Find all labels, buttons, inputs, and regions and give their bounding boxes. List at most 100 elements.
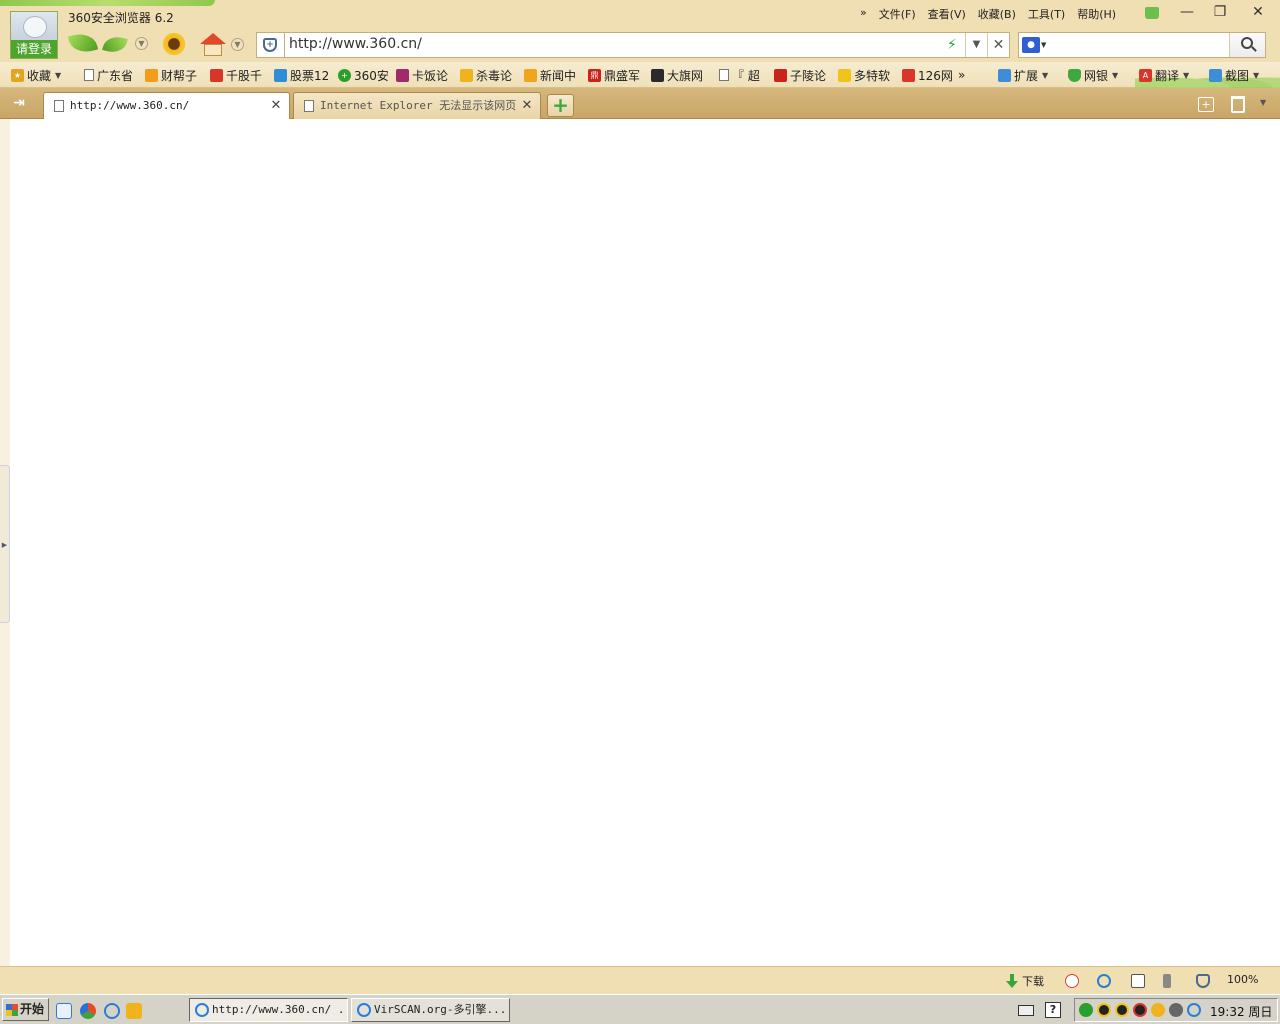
ie-mode-icon[interactable] (1097, 974, 1111, 988)
tab-menu-dropdown-icon[interactable]: ▼ (1260, 98, 1266, 107)
start-label: 开始 (20, 1002, 45, 1016)
refresh-sunflower-icon[interactable] (161, 31, 187, 57)
taskbar-item-browser[interactable]: http://www.360.cn/ ... (189, 998, 348, 1022)
bookmark-item[interactable]: 『 超 (719, 67, 760, 83)
menu-view[interactable]: 查看(V) (928, 6, 966, 22)
address-dropdown-icon[interactable]: ▼ (965, 33, 987, 57)
back-leaf-icon[interactable] (67, 29, 99, 57)
menu-file[interactable]: 文件(F) (879, 6, 916, 22)
quicklaunch-app-icon[interactable] (126, 1003, 142, 1019)
zoom-level[interactable]: 100% (1227, 973, 1258, 989)
download-label[interactable]: 下载 (1022, 973, 1044, 989)
stop-icon[interactable]: ✕ (987, 33, 1009, 57)
bookmark-item[interactable]: 多特软 (838, 67, 890, 83)
menu-help[interactable]: 帮助(H) (1077, 6, 1116, 22)
login-label[interactable]: 请登录 (11, 40, 57, 58)
home-icon[interactable] (200, 33, 226, 57)
bookmark-overflow[interactable]: » (958, 67, 965, 83)
tab-bar: ⇥ http://www.360.cn/ ✕ Internet Explorer… (0, 88, 1280, 119)
window-icon[interactable] (1131, 974, 1145, 988)
bookmark-item[interactable]: 股票12 (274, 67, 329, 83)
tool-screenshot[interactable]: 截图 ▼ (1209, 67, 1259, 83)
bookmark-item[interactable]: 千股千 (210, 67, 262, 83)
tab-title: http://www.360.cn/ (70, 99, 190, 112)
sidebar-toggle-icon[interactable]: ⇥ (8, 94, 30, 112)
new-tab-button[interactable]: + (547, 94, 574, 117)
daqi-icon (651, 68, 664, 82)
bookmark-item[interactable]: 卡饭论 (396, 67, 448, 83)
windows-taskbar: 开始 http://www.360.cn/ ... VirSCAN.org-多引… (0, 994, 1280, 1024)
task-title: http://www.360.cn/ ... (212, 1003, 348, 1016)
tab-inactive[interactable]: Internet Explorer 无法显示该网页 ✕ (293, 92, 541, 119)
home-dropdown-icon[interactable]: ▼ (231, 38, 244, 51)
lightning-icon[interactable]: ⚡ (947, 37, 961, 53)
tray-qq-icon[interactable] (1115, 1003, 1129, 1017)
quicklaunch-explorer-icon[interactable] (56, 1003, 72, 1019)
tray-360-icon[interactable] (1079, 1003, 1093, 1017)
restore-closed-tab-icon[interactable]: + (1198, 97, 1214, 112)
tab-close-icon[interactable]: ✕ (269, 93, 283, 119)
bookmarks-bar: ★ 收藏 ▼ 广东省 财帮子 千股千 股票12 +360安 卡饭论 杀毒论 新闻中 … (0, 62, 1280, 88)
page-icon (84, 69, 94, 81)
menu-more[interactable]: » (860, 6, 867, 22)
tool-translate[interactable]: A 翻译 ▼ (1139, 67, 1189, 83)
360-icon: + (338, 68, 351, 82)
tray-network-icon[interactable] (1187, 1003, 1201, 1017)
medical-cross-icon[interactable] (1065, 974, 1079, 988)
download-arrow-icon[interactable] (1006, 974, 1018, 989)
security-shield-icon[interactable] (1196, 974, 1210, 988)
restore-button[interactable]: ❐ (1208, 3, 1232, 21)
close-button[interactable]: ✕ (1246, 3, 1270, 21)
quicklaunch-media-icon[interactable] (80, 1003, 96, 1019)
tray-qq-icon[interactable] (1133, 1003, 1147, 1017)
sidebar-expand-handle[interactable]: ▶ (0, 465, 10, 623)
tray-gear-icon[interactable] (1169, 1003, 1183, 1017)
speaker-icon[interactable] (1163, 974, 1171, 988)
menu-favorites[interactable]: 收藏(B) (978, 6, 1016, 22)
search-button[interactable] (1229, 33, 1265, 57)
bookmark-favorites[interactable]: ★ 收藏 ▼ (11, 67, 61, 83)
address-input[interactable]: http://www.360.cn/ (289, 36, 929, 54)
tray-app-icon[interactable] (1151, 1003, 1165, 1017)
bookmark-item[interactable]: 新闻中 (524, 67, 576, 83)
bookmark-label: 财帮子 (161, 68, 198, 83)
grass-decoration (0, 0, 215, 6)
baidu-paw-icon[interactable]: ● (1022, 37, 1040, 53)
minimize-button[interactable]: — (1175, 3, 1199, 21)
bookmark-item[interactable]: 鼎鼎盛军 (588, 67, 640, 83)
bookmark-item[interactable]: 大旗网 (651, 67, 703, 83)
skin-shirt-icon[interactable] (1145, 7, 1159, 19)
ie-icon (195, 1003, 209, 1017)
security-shield-icon[interactable]: + (256, 32, 284, 58)
help-icon[interactable]: ? (1045, 1002, 1061, 1018)
bookmark-label: 子陵论 (790, 68, 827, 83)
start-button[interactable]: 开始 (2, 998, 49, 1021)
engine-dropdown-icon[interactable]: ▼ (1041, 41, 1046, 49)
history-dropdown-icon[interactable]: ▼ (135, 37, 148, 50)
trash-icon[interactable] (1231, 96, 1245, 113)
user-avatar[interactable]: 请登录 (10, 11, 58, 59)
search-input[interactable] (1053, 36, 1223, 54)
menu-tools[interactable]: 工具(T) (1028, 6, 1065, 22)
tool-extensions[interactable]: 扩展 ▼ (998, 67, 1048, 83)
bookmark-label: 『 超 (732, 68, 760, 83)
address-bar[interactable]: http://www.360.cn/ ⚡ ▼ ✕ (284, 32, 1010, 58)
tray-qq-icon[interactable] (1097, 1003, 1111, 1017)
quicklaunch-ie-icon[interactable] (104, 1003, 120, 1019)
keyboard-icon[interactable] (1018, 1005, 1034, 1016)
taskbar-item-virscan[interactable]: VirSCAN.org-多引擎... (351, 998, 510, 1022)
tool-bank[interactable]: 网银 ▼ (1068, 67, 1118, 83)
bookmark-item[interactable]: 子陵论 (774, 67, 826, 83)
bookmark-item[interactable]: 杀毒论 (460, 67, 512, 83)
news-hand-icon (524, 68, 537, 82)
tab-active[interactable]: http://www.360.cn/ ✕ (43, 92, 290, 119)
bookmark-item[interactable]: +360安 (338, 67, 389, 83)
clock[interactable]: 19:32 周日 (1210, 1003, 1272, 1020)
bookmark-item[interactable]: 广东省 (84, 67, 133, 83)
forward-leaf-icon[interactable] (102, 33, 128, 56)
bookmark-item[interactable]: 126网 (902, 67, 953, 83)
search-box[interactable]: ● ▼ (1018, 32, 1266, 58)
dingsheng-icon: 鼎 (588, 68, 601, 82)
bookmark-item[interactable]: 财帮子 (145, 67, 197, 83)
tab-close-icon[interactable]: ✕ (520, 93, 534, 119)
